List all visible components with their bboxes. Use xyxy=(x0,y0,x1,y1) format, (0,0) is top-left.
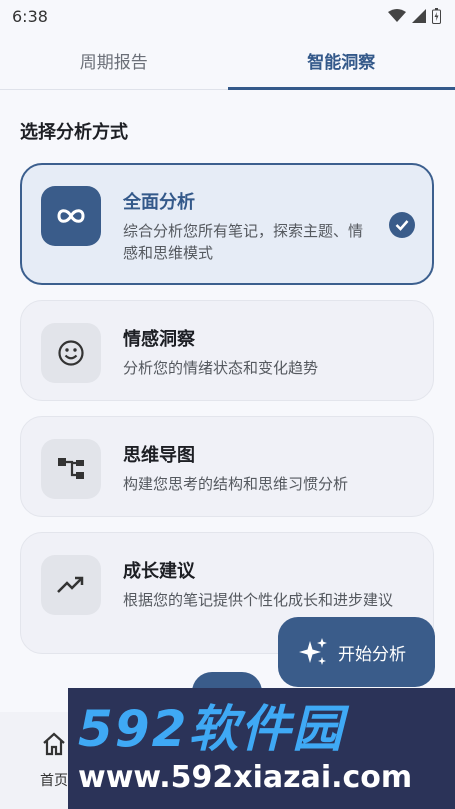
option-card-mindmap[interactable]: 思维导图 构建您思考的结构和思维习惯分析 xyxy=(20,416,434,517)
card-desc: 综合分析您所有笔记，探索主题、情感和思维模式 xyxy=(123,222,364,262)
nav-item-home[interactable]: 首页 xyxy=(40,732,68,790)
card-text: 情感洞察 分析您的情绪状态和变化趋势 xyxy=(123,323,415,379)
section-title: 选择分析方式 xyxy=(20,122,128,143)
card-desc: 根据您的笔记提供个性化成长和进步建议 xyxy=(123,591,394,609)
card-text: 思维导图 构建您思考的结构和思维习惯分析 xyxy=(123,439,415,495)
home-icon xyxy=(43,732,65,756)
status-bar: 6:38 xyxy=(0,0,455,32)
card-desc: 构建您思考的结构和思维习惯分析 xyxy=(123,475,349,493)
infinity-icon xyxy=(41,186,101,246)
card-title: 情感洞察 xyxy=(123,329,195,350)
tab-periodic-report[interactable]: 周期报告 xyxy=(0,32,228,89)
watermark-overlay: 592软件园 www.592xiazai.com xyxy=(68,688,455,809)
check-icon xyxy=(389,212,415,238)
card-desc: 分析您的情绪状态和变化趋势 xyxy=(123,359,319,377)
card-title: 成长建议 xyxy=(123,561,195,582)
card-title: 全面分析 xyxy=(123,192,195,213)
signal-icon xyxy=(412,9,426,23)
card-text: 成长建议 根据您的笔记提供个性化成长和进步建议 xyxy=(123,555,415,611)
tab-bar: 周期报告 智能洞察 xyxy=(0,32,455,90)
option-card-emotion[interactable]: 情感洞察 分析您的情绪状态和变化趋势 xyxy=(20,300,434,401)
smiley-icon xyxy=(41,323,101,383)
watermark-url: www.592xiazai.com xyxy=(78,759,413,795)
wifi-icon xyxy=(388,9,406,22)
battery-icon xyxy=(432,8,441,24)
status-icons xyxy=(388,8,441,24)
nav-home-label: 首页 xyxy=(40,773,68,789)
watermark-logo: 592软件园 xyxy=(78,699,345,758)
card-text: 全面分析 综合分析您所有笔记，探索主题、情感和思维模式 xyxy=(123,186,389,264)
mindmap-icon xyxy=(41,439,101,499)
sparkles-icon xyxy=(299,638,327,665)
trending-up-icon xyxy=(41,555,101,615)
start-analysis-button[interactable]: 开始分析 xyxy=(278,617,435,687)
card-title: 思维导图 xyxy=(123,445,195,466)
tab-smart-insight[interactable]: 智能洞察 xyxy=(227,32,455,90)
status-time: 6:38 xyxy=(12,6,48,26)
option-card-comprehensive[interactable]: 全面分析 综合分析您所有笔记，探索主题、情感和思维模式 xyxy=(20,163,434,285)
start-analysis-label: 开始分析 xyxy=(338,644,406,665)
